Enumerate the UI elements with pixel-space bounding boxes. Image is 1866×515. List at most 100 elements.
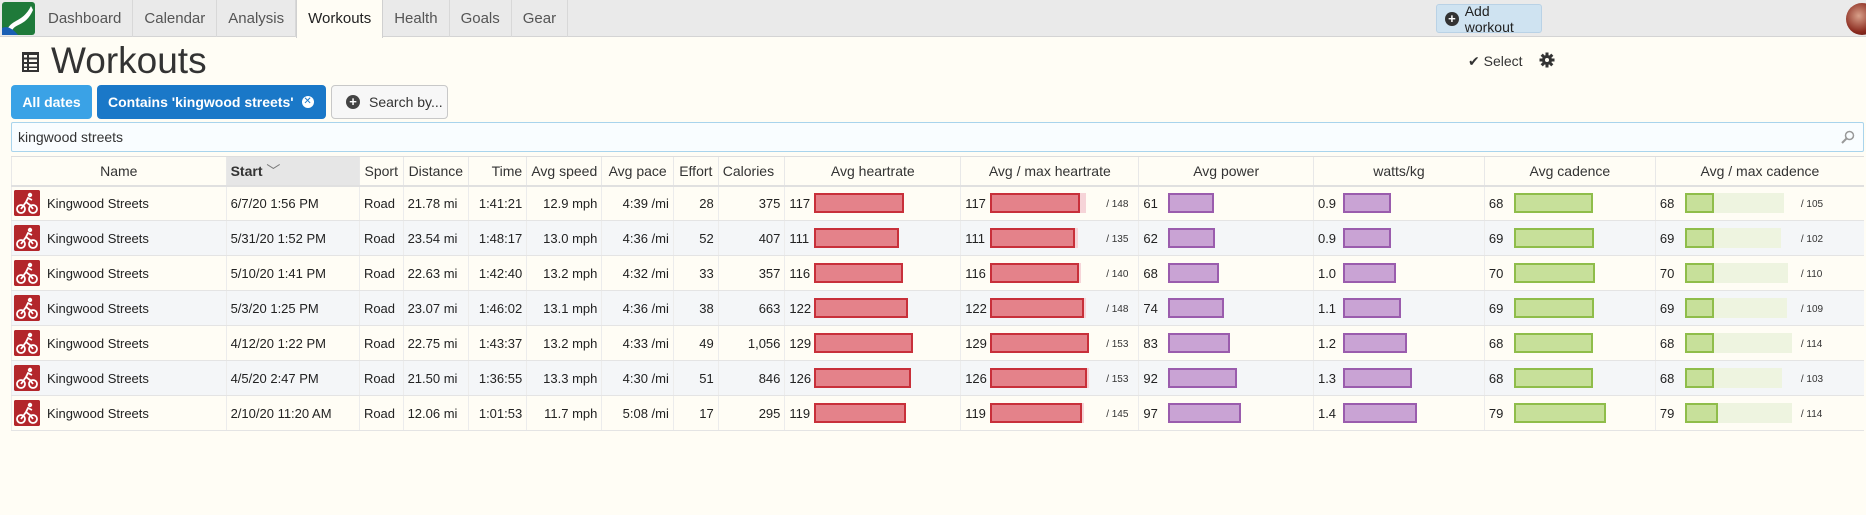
all-dates-filter[interactable]: All dates	[11, 85, 92, 119]
avg-max-cadence-cell: 69 / 109	[1654, 290, 1864, 326]
workouts-table: Name Start ﹀ Sport Distance Time Avg spe…	[11, 156, 1864, 431]
col-avg-max-heartrate-header[interactable]: Avg / max heartrate	[960, 156, 1139, 187]
avg-max-heartrate-fill	[990, 193, 1081, 214]
effort-cell: 28	[672, 185, 719, 221]
sport-cell: Road	[358, 290, 404, 326]
watts-kg-value: 1.1	[1317, 300, 1337, 316]
col-start-header[interactable]: Start ﹀	[225, 156, 360, 187]
avg-max-cadence-value: 69	[1659, 300, 1675, 316]
add-workout-button[interactable]: + Add workout	[1436, 3, 1542, 35]
app-logo-icon[interactable]	[0, 0, 37, 37]
col-avg-speed-header[interactable]: Avg speed	[526, 156, 602, 187]
contains-filter[interactable]: Contains 'kingwood streets' ✕	[97, 85, 326, 119]
avg-heartrate-cell: 126	[784, 360, 961, 396]
col-sport-header[interactable]: Sport	[358, 156, 404, 187]
avg-max-cadence-fill	[1684, 403, 1718, 423]
table-row[interactable]: Kingwood Streets 4/5/20 2:47 PM Road 21.50 …	[11, 360, 1864, 396]
avg-max-heartrate-max-label: / 135	[1106, 234, 1129, 245]
avg-max-heartrate-value: 119	[965, 405, 986, 421]
table-row[interactable]: Kingwood Streets 5/3/20 1:25 PM Road 23.07 …	[11, 290, 1864, 326]
calories-cell: 295	[717, 395, 785, 431]
workout-name[interactable]: Kingwood Streets	[47, 301, 149, 316]
workout-name[interactable]: Kingwood Streets	[47, 196, 149, 211]
remove-filter-icon[interactable]: ✕	[301, 96, 314, 108]
workout-name[interactable]: Kingwood Streets	[47, 406, 149, 421]
workout-name[interactable]: Kingwood Streets	[47, 231, 149, 246]
tab-analysis[interactable]: Analysis	[217, 0, 297, 37]
tab-calendar[interactable]: Calendar	[133, 0, 218, 37]
avg-max-cadence-value: 79	[1659, 405, 1675, 421]
avg-max-cadence-cell: 68 / 103	[1654, 360, 1864, 396]
tab-dashboard[interactable]: Dashboard	[37, 0, 134, 37]
watts-kg-value: 0.9	[1317, 195, 1337, 211]
contains-label: Contains 'kingwood streets'	[108, 94, 294, 110]
magnifier-icon[interactable]	[1841, 130, 1855, 144]
avg-speed-cell: 12.9 mph	[526, 185, 602, 221]
col-avg-power-header[interactable]: Avg power	[1138, 156, 1314, 187]
avg-max-heartrate-max-label: / 145	[1106, 409, 1129, 420]
watts-kg-value: 0.9	[1317, 230, 1337, 246]
avg-cadence-bar	[1513, 403, 1620, 423]
plus-icon: +	[1445, 11, 1459, 26]
table-row[interactable]: Kingwood Streets 5/31/20 1:52 PM Road 23.54…	[11, 220, 1864, 256]
col-watts-kg-header[interactable]: watts/kg	[1312, 156, 1485, 187]
col-name-header[interactable]: Name	[11, 156, 227, 187]
tab-goals[interactable]: Goals	[450, 0, 512, 37]
watts-kg-cell: 1.0	[1312, 255, 1485, 291]
col-calories-header[interactable]: Calories	[717, 156, 785, 187]
col-distance-header[interactable]: Distance	[402, 156, 469, 187]
col-avg-heartrate-header[interactable]: Avg heartrate	[784, 156, 961, 187]
avg-heartrate-bar	[814, 228, 924, 248]
search-by-label: Search by...	[369, 94, 443, 110]
search-input[interactable]	[12, 123, 1863, 151]
avg-max-cadence-max-label: / 109	[1800, 304, 1824, 315]
avg-cadence-cell: 79	[1483, 395, 1656, 431]
table-row[interactable]: Kingwood Streets 4/12/20 1:22 PM Road 22.75…	[11, 325, 1864, 361]
workout-name[interactable]: Kingwood Streets	[47, 371, 149, 386]
cycling-icon	[14, 295, 40, 321]
watts-kg-value: 1.3	[1317, 370, 1337, 386]
tab-gear[interactable]: Gear	[512, 0, 569, 37]
watts-kg-value: 1.4	[1317, 405, 1337, 421]
workout-name[interactable]: Kingwood Streets	[47, 266, 149, 281]
col-avg-cadence-header[interactable]: Avg cadence	[1483, 156, 1656, 187]
calories-cell: 407	[717, 220, 785, 256]
avg-pace-cell: 4:32 /mi	[601, 255, 674, 291]
avatar[interactable]	[1846, 3, 1866, 35]
table-row[interactable]: Kingwood Streets 5/10/20 1:41 PM Road 22.63…	[11, 255, 1864, 291]
avg-power-bar	[1168, 368, 1268, 388]
avg-max-cadence-bar: / 105	[1684, 193, 1823, 214]
avg-heartrate-bar	[814, 333, 924, 353]
avg-max-heartrate-max-label: / 153	[1106, 339, 1129, 350]
table-row[interactable]: Kingwood Streets 6/7/20 1:56 PM Road 21.78 …	[11, 185, 1864, 221]
avg-power-bar	[1168, 263, 1268, 283]
search-by-button[interactable]: + Search by...	[331, 85, 448, 119]
select-label: Select	[1483, 53, 1523, 69]
avg-power-bar	[1168, 193, 1268, 214]
col-avg-pace-header[interactable]: Avg pace	[601, 156, 674, 187]
name-cell: Kingwood Streets	[11, 185, 227, 221]
col-avg-max-cadence-header[interactable]: Avg / max cadence	[1654, 156, 1864, 187]
tab-health[interactable]: Health	[383, 0, 450, 37]
avg-max-heartrate-cell: 126 / 153	[960, 360, 1139, 396]
watts-kg-fill	[1342, 298, 1401, 318]
avg-heartrate-cell: 122	[784, 290, 961, 326]
tab-workouts[interactable]: Workouts	[296, 0, 384, 38]
select-button[interactable]: ✔ Select	[1468, 53, 1523, 70]
avg-speed-cell: 11.7 mph	[526, 395, 602, 431]
plus-icon: +	[346, 95, 360, 109]
col-effort-header[interactable]: Effort	[672, 156, 719, 187]
workout-name[interactable]: Kingwood Streets	[47, 336, 149, 351]
avg-heartrate-cell: 119	[784, 395, 961, 431]
avg-cadence-value: 70	[1488, 265, 1504, 281]
avg-heartrate-bar	[814, 263, 924, 283]
avg-power-fill	[1168, 368, 1238, 388]
avg-heartrate-bar	[814, 403, 924, 423]
effort-cell: 17	[672, 395, 719, 431]
table-row[interactable]: Kingwood Streets 2/10/20 11:20 AM Road 12.0…	[11, 395, 1864, 431]
col-time-header[interactable]: Time	[468, 156, 527, 187]
avg-max-cadence-fill	[1684, 368, 1714, 388]
gear-icon[interactable]	[1539, 52, 1555, 68]
avg-max-heartrate-bar: / 140	[990, 263, 1128, 283]
avg-power-value: 92	[1143, 370, 1158, 386]
